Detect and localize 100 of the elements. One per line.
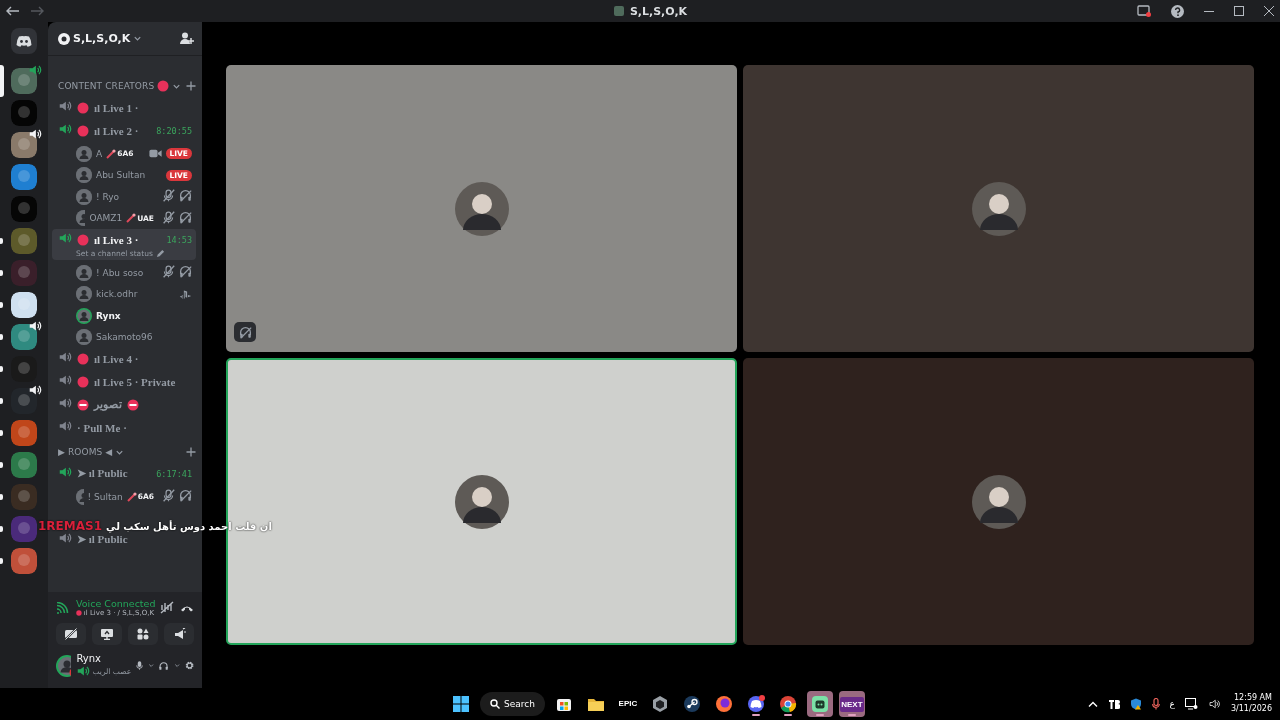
channel-name[interactable]: ➤ ıl Public [77, 532, 128, 546]
invite-people-icon[interactable] [180, 32, 194, 45]
server-name[interactable]: S,L,S,O,K [73, 32, 131, 45]
user-avatar [76, 188, 92, 205]
robot-app-icon [810, 695, 829, 713]
volume-icon[interactable] [1207, 698, 1221, 710]
user-avatar [454, 181, 509, 236]
overlay-name: 1REMAS1 [38, 519, 102, 533]
server-menu-chevron-icon[interactable] [133, 34, 143, 43]
search-field[interactable]: Search [480, 692, 545, 716]
mic-options-chevron-icon[interactable] [148, 661, 155, 670]
username[interactable]: Rynx [76, 653, 132, 664]
channel-name[interactable]: ➤ ıl Public [77, 467, 128, 480]
maximize-icon[interactable] [1234, 6, 1244, 16]
camera-off-button[interactable] [56, 623, 86, 645]
shield-icon[interactable] [1129, 698, 1142, 710]
screen-share-button[interactable] [92, 623, 122, 645]
firefox-icon [714, 695, 733, 713]
member-name[interactable]: kick.odhr [96, 289, 138, 300]
network-icon[interactable] [1184, 698, 1198, 710]
circle-emoji-icon [76, 609, 82, 617]
channel-name[interactable]: ıl Live 4 · [94, 352, 139, 365]
muted-mic-icon [162, 189, 175, 203]
home-button[interactable] [11, 28, 37, 54]
video-camera-icon [148, 148, 162, 160]
member-name[interactable]: Sakamoto96 [96, 332, 153, 343]
soundboard-icon [172, 627, 186, 641]
category-name[interactable]: CONTENT CREATORS [58, 81, 155, 91]
keyboard-language[interactable]: ع [1169, 699, 1175, 709]
member-name[interactable]: A [96, 148, 103, 159]
deafened-headset-icon [179, 210, 192, 224]
server-icon[interactable] [11, 292, 37, 318]
member-name[interactable]: Rynx [96, 310, 121, 321]
activities-button[interactable] [128, 623, 158, 645]
muted-mic-icon [162, 489, 175, 503]
voice-status[interactable]: Voice Connected [76, 598, 154, 609]
member-name[interactable]: OAMZ1 [89, 213, 123, 224]
speaker-icon [58, 373, 72, 387]
taskbar-app[interactable]: EPIC [614, 691, 641, 717]
member-name[interactable]: Abu Sultan [96, 170, 146, 181]
speaker-icon [58, 350, 72, 364]
user-avatar [76, 488, 84, 505]
taskbar-app[interactable] [806, 691, 833, 717]
add-channel-icon[interactable] [186, 81, 196, 91]
channel-name[interactable]: تصوير [94, 398, 122, 411]
microphone-icon[interactable] [1151, 698, 1160, 710]
channel-name[interactable]: · Pull Me · [77, 421, 127, 434]
settings-icon[interactable] [184, 659, 194, 672]
video-tile[interactable] [743, 65, 1254, 352]
inbox-icon[interactable] [1137, 5, 1151, 17]
channel-name[interactable]: ıl Live 5 · Private [94, 375, 176, 388]
channel-name[interactable]: ıl Live 1 · [94, 101, 139, 114]
steam-icon [682, 695, 701, 713]
signal-icon [56, 601, 70, 614]
server-icon[interactable] [11, 132, 37, 158]
user-avatar [454, 474, 509, 529]
voice-activity-icon [28, 319, 42, 333]
window-title: S,L,S,O,K [629, 4, 688, 18]
user-avatar [76, 210, 86, 227]
channel-name[interactable]: ıl Live 3 · [94, 233, 139, 246]
search-icon [490, 699, 500, 709]
voice-activity-icon [28, 383, 42, 397]
user-avatar [76, 167, 92, 184]
pencil-icon[interactable] [155, 248, 165, 258]
chevron-up-icon[interactable] [1087, 700, 1098, 708]
taskbar-app[interactable]: NEXT [838, 691, 865, 717]
server-icon[interactable] [11, 324, 37, 350]
audio-options-chevron-icon[interactable] [173, 661, 180, 670]
video-tile[interactable] [226, 65, 737, 352]
next-app-label: NEXT [840, 696, 864, 712]
category-name[interactable]: ▶ ROOMS ◀ [58, 447, 113, 457]
chrome-icon [778, 695, 797, 713]
deafened-headset-icon [179, 489, 192, 503]
channel-timer: 8:20:55 [156, 125, 192, 136]
headphones-icon[interactable] [159, 659, 169, 672]
user-avatar[interactable] [56, 654, 72, 677]
noise-suppression-icon[interactable] [160, 601, 174, 614]
clock-date[interactable]: 3/11/2026 [1230, 704, 1272, 715]
microphone-icon[interactable] [136, 659, 144, 672]
member-name[interactable]: ! Sultan [87, 491, 123, 502]
tray-app-icon[interactable] [1107, 698, 1120, 710]
server-badge-icon [58, 32, 70, 45]
soundboard-button[interactable] [164, 623, 194, 645]
server-icon[interactable] [11, 388, 37, 414]
muted-mic-icon [162, 210, 175, 224]
help-icon[interactable] [1171, 4, 1184, 18]
channel-name[interactable]: ıl Live 2 · [94, 124, 139, 137]
tag-icon [126, 491, 137, 502]
member-name[interactable]: ! Abu soso [96, 267, 144, 278]
video-tile[interactable] [743, 358, 1254, 645]
back-arrow-icon[interactable] [6, 6, 20, 16]
clock-time[interactable]: 12:59 AM [1234, 693, 1272, 704]
add-channel-icon[interactable] [186, 447, 196, 457]
deafened-headset-icon [179, 189, 192, 203]
member-name[interactable]: ! Ryo [96, 191, 120, 202]
camera-off-icon [64, 628, 78, 640]
activities-icon [137, 628, 149, 640]
muted-mic-icon [162, 265, 175, 279]
close-icon[interactable] [1264, 6, 1274, 16]
speaker-icon [58, 419, 72, 433]
